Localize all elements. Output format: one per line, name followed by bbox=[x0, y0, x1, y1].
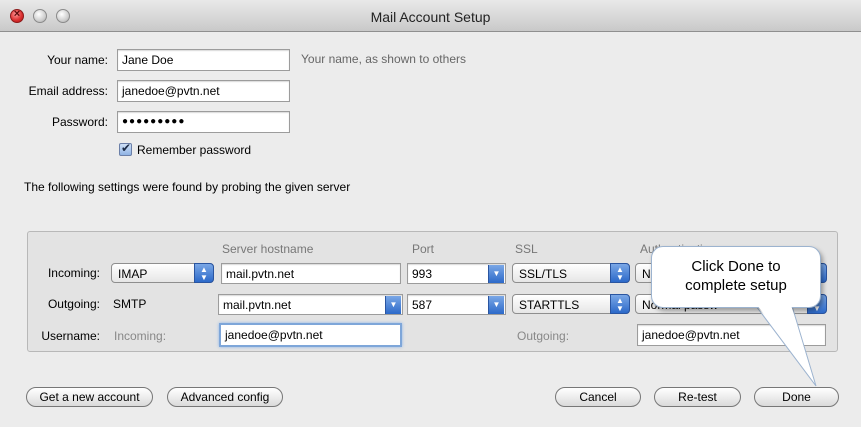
callout-pointer-cover bbox=[757, 305, 812, 375]
